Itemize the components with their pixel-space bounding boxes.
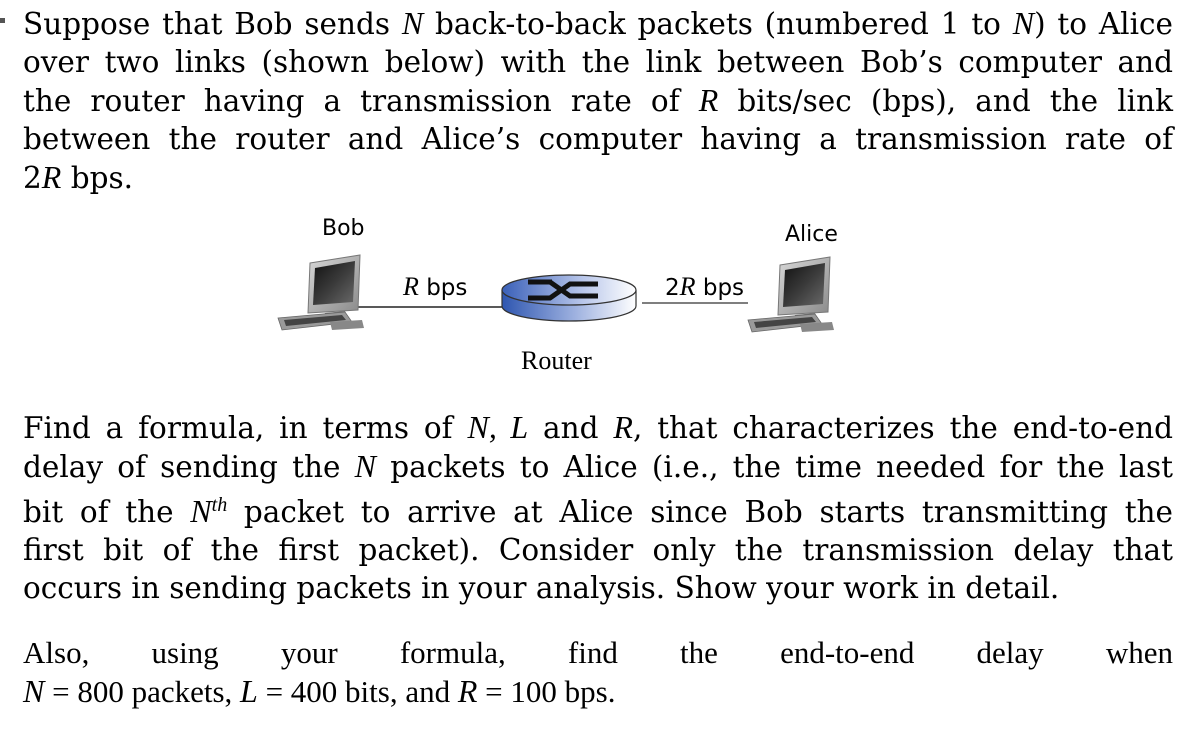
word: end-to-end: [780, 635, 915, 670]
math-var-R: R: [457, 673, 478, 709]
text-line: 2R bps.: [23, 158, 1173, 197]
math-var-N: N: [354, 448, 376, 484]
math-var-R: R: [698, 82, 719, 118]
unit-text: bps: [418, 275, 468, 301]
word: formula,: [399, 635, 506, 670]
text: delay of sending the: [23, 450, 355, 484]
text: 2: [23, 161, 42, 195]
text-line: the router having a transmission rate of…: [23, 81, 1173, 120]
text: over two links (shown below) with the li…: [23, 45, 1173, 79]
text-line: between the router and Alice’s computer …: [23, 120, 1173, 158]
math-var-N: N: [23, 673, 45, 709]
given-values-line: N = 800 packets, L = 400 bits, and R = 1…: [23, 672, 1173, 711]
text: packet to arrive at Alice since Bob star…: [227, 494, 1174, 529]
text: first bit of the first packet). Consider…: [23, 532, 1173, 567]
text: , that characterizes the end-to-end: [632, 411, 1174, 445]
word: delay: [976, 635, 1044, 670]
word: using: [151, 635, 219, 670]
text-line: Find a formula, in terms of N, L and R, …: [23, 408, 1173, 447]
math-var-N: N: [1012, 5, 1035, 41]
text: and: [528, 411, 614, 445]
word: when: [1105, 635, 1173, 670]
router-label: Router: [521, 346, 592, 375]
alice-computer-icon: [747, 256, 834, 333]
value-L: = 400 bits, and: [257, 674, 458, 709]
math-var-L: L: [240, 673, 258, 709]
text: packets to Alice (i.e., the time needed …: [376, 450, 1173, 484]
multiplier-text: 2: [665, 275, 680, 301]
numeric-question-paragraph: Also, using your formula, find the end-t…: [23, 634, 1173, 711]
text: Find a formula, in terms of: [23, 411, 468, 445]
text: back-to-back packets (numbered 1 to: [423, 7, 1013, 41]
text-line: over two links (shown below) with the li…: [23, 43, 1173, 81]
math-var-N: N: [401, 5, 424, 41]
math-var-N: N: [190, 492, 212, 529]
router-icon: [501, 274, 637, 322]
value-N: = 800 packets,: [44, 674, 241, 709]
math-vars-N-L: N, L: [467, 409, 529, 445]
text-line: first bit of the first packet). Consider…: [23, 531, 1173, 569]
math-var-R: R: [403, 272, 419, 301]
bob-label: Bob: [322, 216, 365, 241]
text: the router having a transmission rate of: [23, 84, 699, 118]
word: your: [280, 635, 338, 670]
problem-statement-paragraph: Suppose that Bob sends N back-to-back pa…: [23, 4, 1173, 197]
text-line: delay of sending the N packets to Alice …: [23, 447, 1173, 486]
link1-rate-label: R bps: [403, 272, 467, 302]
unit-text: bps: [695, 275, 745, 301]
word: the: [680, 635, 718, 670]
text: bps.: [61, 161, 133, 195]
superscript-th: th: [211, 494, 228, 516]
text: occurs in sending packets in your analys…: [23, 570, 1060, 605]
word: find: [567, 635, 618, 670]
math-var-R: R: [613, 409, 633, 445]
text-line: Suppose that Bob sends N back-to-back pa…: [23, 4, 1173, 43]
text: bit of the: [23, 494, 191, 529]
bob-computer-icon: [277, 254, 364, 331]
alice-label: Alice: [785, 222, 838, 247]
text: between the router and Alice’s computer …: [23, 122, 1173, 156]
network-diagram: Bob Alice R bps 2R bps Router: [270, 210, 870, 380]
word: Also,: [23, 635, 90, 670]
text: ) to Alice: [1034, 7, 1173, 41]
question-paragraph: Find a formula, in terms of N, L and R, …: [23, 408, 1173, 607]
text: Suppose that Bob sends: [23, 7, 402, 41]
value-R: = 100 bps.: [477, 674, 616, 709]
link2-rate-label: 2R bps: [665, 272, 744, 302]
text: bits/sec (bps), and the link: [718, 84, 1173, 118]
text-line: bit of the Nth packet to arrive at Alice…: [23, 486, 1173, 531]
math-var-R: R: [679, 272, 696, 301]
math-var-R: R: [41, 159, 62, 195]
list-bullet: [0, 18, 5, 23]
text-line: occurs in sending packets in your analys…: [23, 569, 1173, 607]
text-line: Also, using your formula, find the end-t…: [23, 634, 1173, 672]
